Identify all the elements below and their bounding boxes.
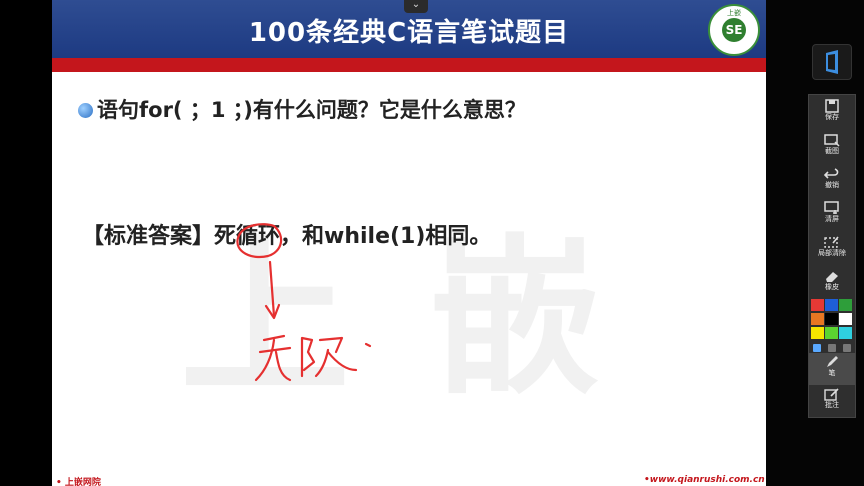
- annotate-icon: [824, 388, 839, 401]
- presentation-slide: 100条经典C语言笔试题目 上嵌 SE 上 嵌 语句for( ；1 ；)有什么问…: [52, 0, 766, 486]
- save-icon: [825, 99, 839, 113]
- collapse-toolbar-tab[interactable]: ⌄: [404, 0, 428, 13]
- pen-tool-button[interactable]: 笔: [809, 353, 855, 385]
- color-swatch-red[interactable]: [811, 299, 824, 311]
- screenshot-tool-button[interactable]: 截图: [809, 131, 855, 163]
- pen-icon: [827, 356, 838, 367]
- footer-school-name: • 上嵌网院: [56, 478, 101, 486]
- annotation-toolbar: 保存 截图 撤销 清屏 局部清除 橡皮 笔 批注: [808, 94, 856, 418]
- save-tool-label: 保存: [825, 113, 839, 121]
- clear-screen-tool-button[interactable]: 清屏: [809, 199, 855, 231]
- screenshot-tool-label: 截图: [825, 147, 839, 155]
- ink-char-1: [254, 334, 292, 382]
- eraser-icon: [826, 272, 838, 282]
- color-swatch-lime[interactable]: [825, 327, 838, 339]
- color-swatch-orange[interactable]: [811, 313, 824, 325]
- screenshot-icon: [824, 134, 840, 147]
- footer-website: •www.qianrushi.com.cn: [644, 475, 765, 485]
- undo-tool-button[interactable]: 撤销: [809, 165, 855, 197]
- ink-char-2: [300, 336, 358, 378]
- color-swatch-black[interactable]: [825, 313, 838, 325]
- partial-clear-tool-label: 局部清除: [818, 249, 846, 257]
- chevron-down-icon: ⌄: [411, 0, 421, 10]
- eraser-tool-label: 橡皮: [825, 283, 839, 291]
- annotate-tool-label: 批注: [825, 401, 839, 409]
- pen-size-large[interactable]: [843, 344, 851, 352]
- pen-size-selector: [811, 343, 853, 353]
- eraser-tool-button[interactable]: 橡皮: [809, 267, 855, 299]
- clear-screen-icon: [824, 201, 839, 214]
- color-swatch-green[interactable]: [839, 299, 852, 311]
- color-swatch-white[interactable]: [839, 313, 852, 325]
- undo-icon: [823, 168, 839, 179]
- handwriting-annotation-layer: [236, 223, 372, 382]
- color-swatch-yellow[interactable]: [811, 327, 824, 339]
- color-swatch-blue[interactable]: [825, 299, 838, 311]
- pen-size-medium[interactable]: [828, 344, 836, 352]
- clear-screen-tool-label: 清屏: [825, 215, 839, 223]
- annotate-tool-button[interactable]: 批注: [809, 385, 855, 417]
- office-logo-icon: [826, 50, 838, 74]
- office-app-icon[interactable]: [812, 44, 852, 80]
- pen-tool-label: 笔: [828, 369, 836, 377]
- ink-arrow-line: [268, 260, 276, 318]
- left-black-bar: [0, 0, 52, 486]
- undo-tool-label: 撤销: [825, 181, 839, 189]
- color-palette: [811, 299, 853, 341]
- color-swatch-cyan[interactable]: [839, 327, 852, 339]
- pen-size-small[interactable]: [813, 344, 821, 352]
- partial-clear-icon: [824, 236, 839, 248]
- ink-circle: [236, 223, 283, 259]
- partial-clear-tool-button[interactable]: 局部清除: [809, 233, 855, 265]
- ink-mark: [364, 342, 372, 348]
- save-tool-button[interactable]: 保存: [809, 97, 855, 129]
